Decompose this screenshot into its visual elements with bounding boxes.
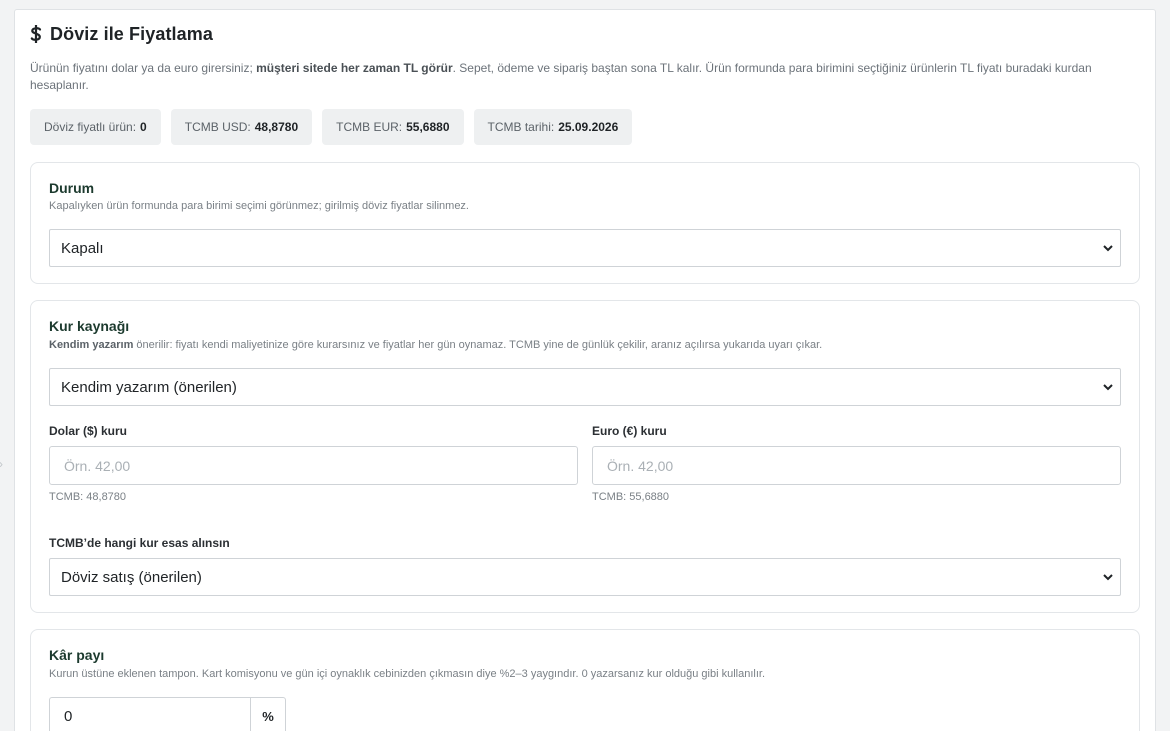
chip-tcmb-date: TCMB tarihi: 25.09.2026 xyxy=(473,109,633,145)
chevron-down-icon xyxy=(1103,384,1113,391)
rate-source-description: Kendim yazarım önerilir: fiyatı kendi ma… xyxy=(49,339,823,351)
margin-section: Kâr payı Kurun üstüne eklenen tampon. Ka… xyxy=(30,629,1140,731)
tcmb-basis-label: TCMB’de hangi kur esas alınsın xyxy=(49,536,230,550)
margin-input[interactable]: 0 xyxy=(49,697,250,731)
margin-description: Kurun üstüne eklenen tampon. Kart komisy… xyxy=(49,668,766,680)
rate-source-section: Kur kaynağı Kendim yazarım önerilir: fiy… xyxy=(30,300,1140,613)
currency-pricing-panel: Döviz ile Fiyatlama Ürünün fiyatını dola… xyxy=(14,9,1156,731)
chip-tcmb-usd: TCMB USD: 48,8780 xyxy=(170,109,313,145)
eur-rate-input[interactable]: Örn. 42,00 xyxy=(592,446,1121,485)
status-select[interactable]: Kapalı xyxy=(49,229,1121,267)
usd-rate-input[interactable]: Örn. 42,00 xyxy=(49,446,578,485)
panel-header: Döviz ile Fiyatlama xyxy=(30,22,213,46)
stats-chips: Döviz fiyatlı ürün: 0 TCMB USD: 48,8780 TC… xyxy=(30,109,633,145)
eur-rate-label: Euro (€) kuru xyxy=(592,424,667,438)
chevron-down-icon xyxy=(1103,245,1113,252)
margin-title: Kâr payı xyxy=(49,647,105,663)
intro-text: Ürünün fiyatını dolar ya da euro girersi… xyxy=(30,61,1092,92)
chip-foreign-priced-products: Döviz fiyatlı ürün: 0 xyxy=(30,109,161,145)
usd-tcmb-hint: TCMB: 48,8780 xyxy=(49,491,127,503)
page-title: Döviz ile Fiyatlama xyxy=(50,23,213,44)
status-description: Kapalıyken ürün formunda para birimi seç… xyxy=(49,200,469,212)
eur-tcmb-hint: TCMB: 55,6880 xyxy=(592,491,670,503)
status-section: Durum Kapalıyken ürün formunda para biri… xyxy=(30,162,1140,284)
chip-tcmb-eur: TCMB EUR: 55,6880 xyxy=(322,109,464,145)
chevron-down-icon xyxy=(1103,574,1113,581)
rate-source-select[interactable]: Kendim yazarım (önerilen) xyxy=(49,368,1121,406)
usd-rate-label: Dolar ($) kuru xyxy=(49,424,128,438)
status-title: Durum xyxy=(49,180,95,196)
tcmb-basis-select[interactable]: Döviz satış (önerilen) xyxy=(49,558,1121,596)
collapse-chevron-icon[interactable]: › xyxy=(0,457,7,471)
margin-input-group: 0 % xyxy=(49,697,286,731)
percent-addon: % xyxy=(250,697,286,731)
rate-source-title: Kur kaynağı xyxy=(49,318,130,334)
dollar-icon xyxy=(30,25,42,43)
